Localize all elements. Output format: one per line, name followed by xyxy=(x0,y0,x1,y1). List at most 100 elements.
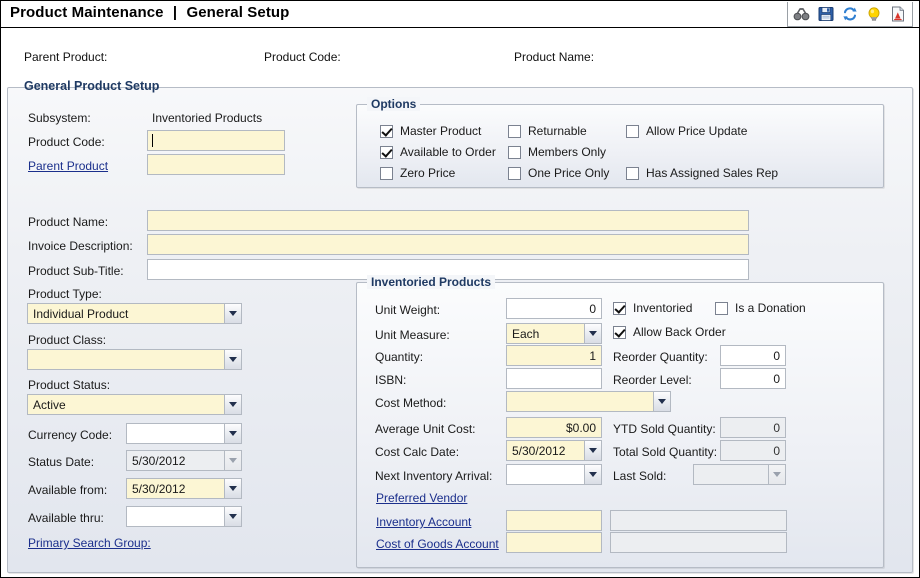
cost-method-label: Cost Method: xyxy=(375,396,447,410)
primary-search-group-link[interactable]: Primary Search Group: xyxy=(28,536,151,550)
product-name-input[interactable] xyxy=(147,210,749,231)
checkbox-label-available-to-order: Available to Order xyxy=(400,145,496,159)
binoculars-icon[interactable] xyxy=(793,5,811,23)
product-maintenance-window: Product Maintenance | General Setup Pare… xyxy=(0,0,920,578)
checkbox-label-master-product: Master Product xyxy=(400,124,482,138)
reorder-quantity-input[interactable]: 0 xyxy=(720,345,786,366)
status-date-combo: 5/30/2012 xyxy=(126,450,242,471)
cost-calc-date-combo[interactable]: 5/30/2012 xyxy=(506,440,602,461)
product-code-input[interactable] xyxy=(147,130,285,151)
quantity-input-value: 1 xyxy=(589,348,596,363)
isbn-label: ISBN: xyxy=(375,373,407,387)
checkbox-box-allow-price-update xyxy=(626,124,639,138)
chevron-down-icon[interactable] xyxy=(653,392,670,411)
cost-of-goods-account-description xyxy=(610,532,787,553)
checkbox-box-allow-back-order xyxy=(613,325,626,339)
checkbox-allow-price-update[interactable]: Allow Price Update xyxy=(626,124,747,138)
cost-calc-date-combo-value: 5/30/2012 xyxy=(512,443,566,458)
reorder-level-input[interactable]: 0 xyxy=(720,368,786,389)
checkbox-box-one-price-only xyxy=(508,166,521,180)
chevron-down-icon[interactable] xyxy=(584,324,601,343)
invoice-description-input[interactable] xyxy=(147,234,749,255)
next-inventory-arrival-label: Next Inventory Arrival: xyxy=(375,469,493,483)
subsystem-value: Inventoried Products xyxy=(152,111,263,125)
unit-measure-combo-value: Each xyxy=(512,326,540,341)
chevron-down-icon[interactable] xyxy=(224,479,241,498)
inventoried-products-legend: Inventoried Products xyxy=(367,275,496,289)
cost-of-goods-account-input[interactable] xyxy=(506,532,602,553)
quantity-label: Quantity: xyxy=(375,350,424,364)
checkbox-has-assigned-sales-rep[interactable]: Has Assigned Sales Rep xyxy=(626,166,778,180)
checkbox-box-returnable xyxy=(508,124,521,138)
next-inventory-arrival-combo[interactable] xyxy=(506,464,602,485)
available-thru-label: Available thru: xyxy=(28,511,104,525)
checkbox-master-product[interactable]: Master Product xyxy=(380,124,481,138)
invoice-description-label: Invoice Description: xyxy=(28,239,133,253)
chevron-down-icon[interactable] xyxy=(224,395,241,414)
available-from-combo-value: 5/30/2012 xyxy=(132,481,186,496)
checkbox-one-price-only[interactable]: One Price Only xyxy=(508,166,609,180)
product-status-combo[interactable]: Active xyxy=(27,394,242,415)
reorder-level-input-value: 0 xyxy=(773,371,780,386)
total-sold-quantity-value-field: 0 xyxy=(720,440,786,461)
product-type-combo[interactable]: Individual Product xyxy=(27,303,242,324)
inventory-account-link[interactable]: Inventory Account xyxy=(376,515,471,529)
status-date-label: Status Date: xyxy=(28,455,95,469)
checkbox-returnable[interactable]: Returnable xyxy=(508,124,587,138)
page-title: Product Maintenance | General Setup xyxy=(10,4,289,21)
total-sold-quantity-label: Total Sold Quantity: xyxy=(613,445,718,459)
checkbox-members-only[interactable]: Members Only xyxy=(508,145,606,159)
product-class-combo[interactable] xyxy=(27,349,242,370)
checkbox-allow-back-order[interactable]: Allow Back Order xyxy=(613,325,726,339)
unit-weight-input[interactable]: 0 xyxy=(506,298,602,319)
chevron-down-icon[interactable] xyxy=(584,441,601,460)
checkbox-inventoried[interactable]: Inventoried xyxy=(613,301,692,315)
parent-product-link[interactable]: Parent Product xyxy=(28,159,108,173)
chevron-down-icon[interactable] xyxy=(224,350,241,369)
checkbox-box-inventoried xyxy=(613,301,626,315)
chevron-down-icon[interactable] xyxy=(224,304,241,323)
unit-weight-label: Unit Weight: xyxy=(375,303,441,317)
preferred-vendor-link[interactable]: Preferred Vendor xyxy=(376,491,467,505)
checkbox-box-available-to-order xyxy=(380,145,393,159)
inventoried-products-group: Inventoried Products Unit Weight: 0 Unit… xyxy=(356,275,884,568)
currency-code-label: Currency Code: xyxy=(28,428,113,442)
checkbox-is-a-donation[interactable]: Is a Donation xyxy=(715,301,806,315)
checkbox-label-allow-back-order: Allow Back Order xyxy=(633,325,726,339)
average-unit-cost-input[interactable]: $0.00 xyxy=(506,417,602,438)
checkbox-available-to-order[interactable]: Available to Order xyxy=(380,145,496,159)
chevron-down-icon[interactable] xyxy=(584,465,601,484)
checkbox-label-is-a-donation: Is a Donation xyxy=(735,301,806,315)
report-icon[interactable] xyxy=(889,5,907,23)
isbn-input[interactable] xyxy=(506,368,602,389)
chevron-down-icon[interactable] xyxy=(224,424,241,443)
unit-measure-combo[interactable]: Each xyxy=(506,323,602,344)
save-icon[interactable] xyxy=(817,5,835,23)
chevron-down-icon[interactable] xyxy=(224,507,241,526)
available-from-combo[interactable]: 5/30/2012 xyxy=(126,478,242,499)
checkbox-box-members-only xyxy=(508,145,521,159)
cost-method-combo[interactable] xyxy=(506,391,671,412)
inventory-account-input[interactable] xyxy=(506,510,602,531)
lightbulb-icon[interactable] xyxy=(865,5,883,23)
parent-product-input[interactable] xyxy=(147,154,285,175)
inventory-account-description xyxy=(610,510,787,531)
cost-of-goods-account-link[interactable]: Cost of Goods Account xyxy=(376,537,499,551)
checkbox-box-zero-price xyxy=(380,166,393,180)
refresh-icon[interactable] xyxy=(841,5,859,23)
currency-code-combo[interactable] xyxy=(126,423,242,444)
checkbox-zero-price[interactable]: Zero Price xyxy=(380,166,455,180)
reorder-quantity-input-value: 0 xyxy=(773,348,780,363)
title-sub: General Setup xyxy=(186,4,290,21)
product-status-label: Product Status: xyxy=(28,378,111,392)
quantity-input[interactable]: 1 xyxy=(506,345,602,366)
general-product-setup-panel: General Product Setup Subsystem: Invento… xyxy=(7,79,913,573)
header-product-code-label: Product Code: xyxy=(264,50,341,64)
reorder-quantity-label: Reorder Quantity: xyxy=(613,350,708,364)
checkbox-label-inventoried: Inventoried xyxy=(633,301,693,315)
checkbox-label-has-assigned-sales-rep: Has Assigned Sales Rep xyxy=(646,166,779,180)
text-caret xyxy=(152,134,153,147)
available-thru-combo[interactable] xyxy=(126,506,242,527)
title-main: Product Maintenance xyxy=(10,4,164,21)
product-type-combo-value: Individual Product xyxy=(33,306,129,321)
